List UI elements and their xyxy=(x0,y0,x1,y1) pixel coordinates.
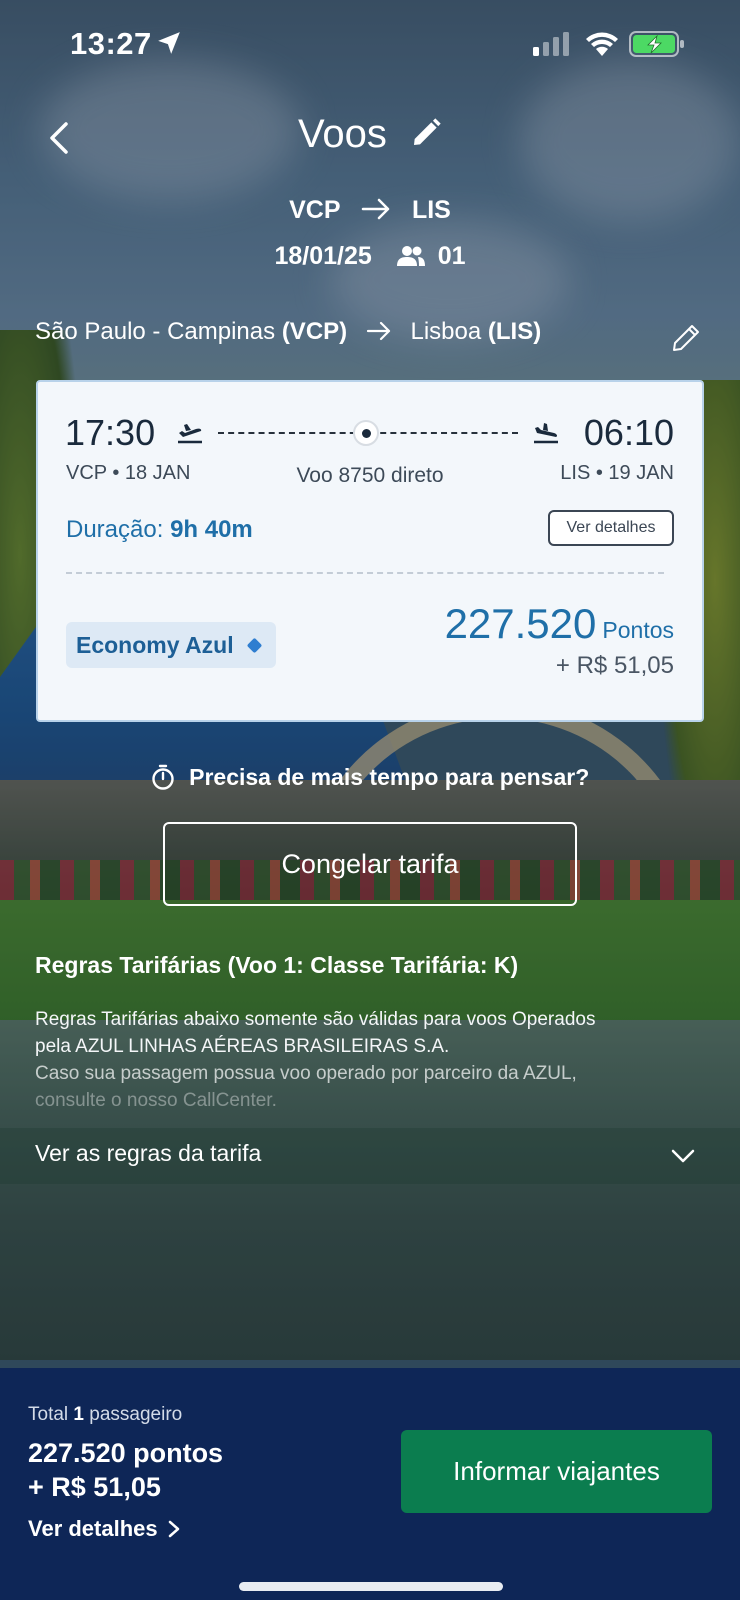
arrival-info: LIS • 19 JAN xyxy=(560,462,674,484)
total-label: Total 1 passageiro xyxy=(28,1404,182,1426)
background-photo xyxy=(0,0,740,1600)
fare-rules-line-3: Caso sua passagem possua voo operado por… xyxy=(35,1063,577,1084)
fare-class-badge: Economy Azul xyxy=(66,622,276,668)
duration-value: 9h 40m xyxy=(170,516,253,543)
total-details-link[interactable]: Ver detalhes xyxy=(28,1516,180,1542)
card-divider xyxy=(66,572,664,574)
route-destination: LIS xyxy=(411,196,451,224)
origin-city: São Paulo - Campinas xyxy=(35,318,276,345)
total-details-label: Ver detalhes xyxy=(28,1516,158,1541)
flight-details-button[interactable]: Ver detalhes xyxy=(548,510,674,546)
flight-card[interactable]: 17:30 06:10 VCP • 18 JAN Voo 8750 direto… xyxy=(36,380,704,722)
arrow-right-icon xyxy=(366,321,390,341)
arrival-time: 06:10 xyxy=(583,412,674,453)
passengers-icon xyxy=(396,246,425,266)
departure-time: 17:30 xyxy=(65,412,156,453)
points-value: 227.520 xyxy=(444,600,597,647)
status-bar: 13:27 xyxy=(0,0,740,90)
stopwatch-icon xyxy=(152,764,174,790)
takeoff-icon xyxy=(178,424,202,444)
direct-flight-dot xyxy=(353,420,379,446)
home-indicator xyxy=(239,1582,503,1591)
trip-route: São Paulo - Campinas (VCP) Lisboa (LIS) xyxy=(35,318,541,346)
total-prefix: Total xyxy=(28,1404,69,1425)
total-suffix: passageiro xyxy=(89,1404,183,1425)
status-time: 13:27 xyxy=(70,26,152,61)
flight-duration: Duração: 9h 40m xyxy=(66,516,253,544)
edit-pencil-icon[interactable] xyxy=(670,322,702,354)
duration-label: Duração: xyxy=(66,516,164,543)
origin-code: (VCP) xyxy=(281,318,348,345)
fare-rules-line-4: consulte o nosso CallCenter. xyxy=(35,1090,277,1109)
destination-city: Lisboa xyxy=(410,318,482,345)
fare-rules-line-2: pela AZUL LINHAS AÉREAS BRASILEIRAS S.A. xyxy=(35,1036,450,1057)
freeze-question: Precisa de mais tempo para pensar? xyxy=(189,764,590,790)
destination-code: (LIS) xyxy=(487,318,542,345)
arrow-right-icon xyxy=(361,198,390,220)
chevron-right-icon xyxy=(168,1520,179,1538)
total-passenger-count: 1 xyxy=(73,1404,84,1425)
price-cash: + R$ 51,05 xyxy=(555,652,674,679)
landing-icon xyxy=(534,423,558,444)
fare-rules-line-1: Regras Tarifárias abaixo somente são vál… xyxy=(35,1009,596,1030)
fare-rules-toggle[interactable]: Ver as regras da tarifa xyxy=(0,1128,740,1184)
chevron-down-icon xyxy=(671,1149,695,1163)
freeze-fare-button[interactable]: Congelar tarifa xyxy=(163,822,577,906)
wifi-icon xyxy=(586,32,618,56)
inform-travelers-button[interactable]: Informar viajantes xyxy=(401,1430,712,1513)
diamond-icon xyxy=(246,637,262,654)
checkout-bar: Total 1 passageiro 227.520 pontos + R$ 5… xyxy=(0,1368,740,1600)
search-summary: 18/01/25 01 xyxy=(0,242,740,271)
total-cash: + R$ 51,05 xyxy=(28,1472,161,1502)
points-unit: Pontos xyxy=(602,617,674,643)
location-arrow-icon xyxy=(158,32,180,54)
battery-charging-icon xyxy=(629,31,684,57)
fare-rules-toggle-label: Ver as regras da tarifa xyxy=(35,1140,262,1166)
route-origin: VCP xyxy=(289,196,341,224)
total-points: 227.520 pontos xyxy=(28,1438,224,1468)
cellular-signal-icon xyxy=(533,32,569,56)
freeze-prompt: Precisa de mais tempo para pensar? xyxy=(0,764,740,791)
fare-rules-title: Regras Tarifárias (Voo 1: Classe Tarifár… xyxy=(35,952,519,978)
travel-date: 18/01/25 xyxy=(274,242,372,270)
page-title-row: Voos xyxy=(0,112,740,157)
fare-rules-text: Regras Tarifárias abaixo somente são vál… xyxy=(35,1006,715,1109)
edit-search-icon[interactable] xyxy=(410,117,442,149)
price-points: 227.520 Pontos xyxy=(445,600,674,648)
page-title: Voos xyxy=(297,112,387,156)
fare-class-label: Economy Azul xyxy=(76,632,234,658)
passenger-count: 01 xyxy=(437,242,466,270)
route-summary: VCP LIS xyxy=(0,196,740,225)
